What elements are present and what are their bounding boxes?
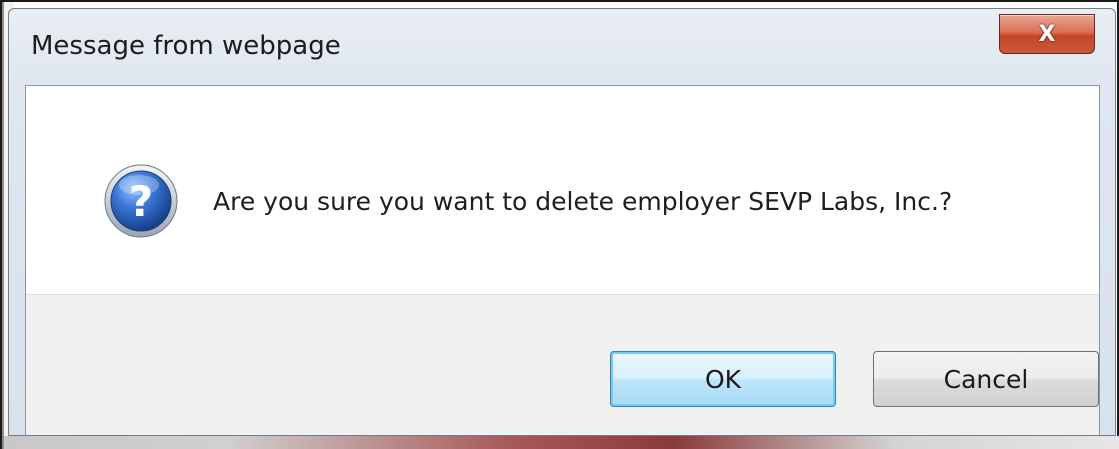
ok-button-label: OK <box>704 364 742 394</box>
button-panel: OK Cancel <box>26 294 1099 435</box>
dialog-title: Message from webpage <box>31 31 341 61</box>
ok-button[interactable]: OK <box>610 351 836 407</box>
screenshot-frame: Message from webpage X ? Are you sure yo… <box>0 0 1119 449</box>
window-bottom-edge <box>4 436 1119 449</box>
message-dialog: Message from webpage X ? Are you sure yo… <box>8 8 1116 436</box>
confirmation-message: Are you sure you want to delete employer… <box>213 187 953 216</box>
dialog-content: ? Are you sure you want to delete employ… <box>25 85 1100 435</box>
cancel-button[interactable]: Cancel <box>873 351 1099 407</box>
svg-text:?: ? <box>129 177 153 226</box>
question-icon: ? <box>104 164 178 238</box>
cancel-button-label: Cancel <box>943 364 1029 394</box>
close-icon: X <box>1038 21 1056 47</box>
title-bar[interactable]: Message from webpage X <box>9 9 1115 85</box>
message-panel: ? Are you sure you want to delete employ… <box>26 86 1099 294</box>
close-button[interactable]: X <box>999 14 1095 54</box>
